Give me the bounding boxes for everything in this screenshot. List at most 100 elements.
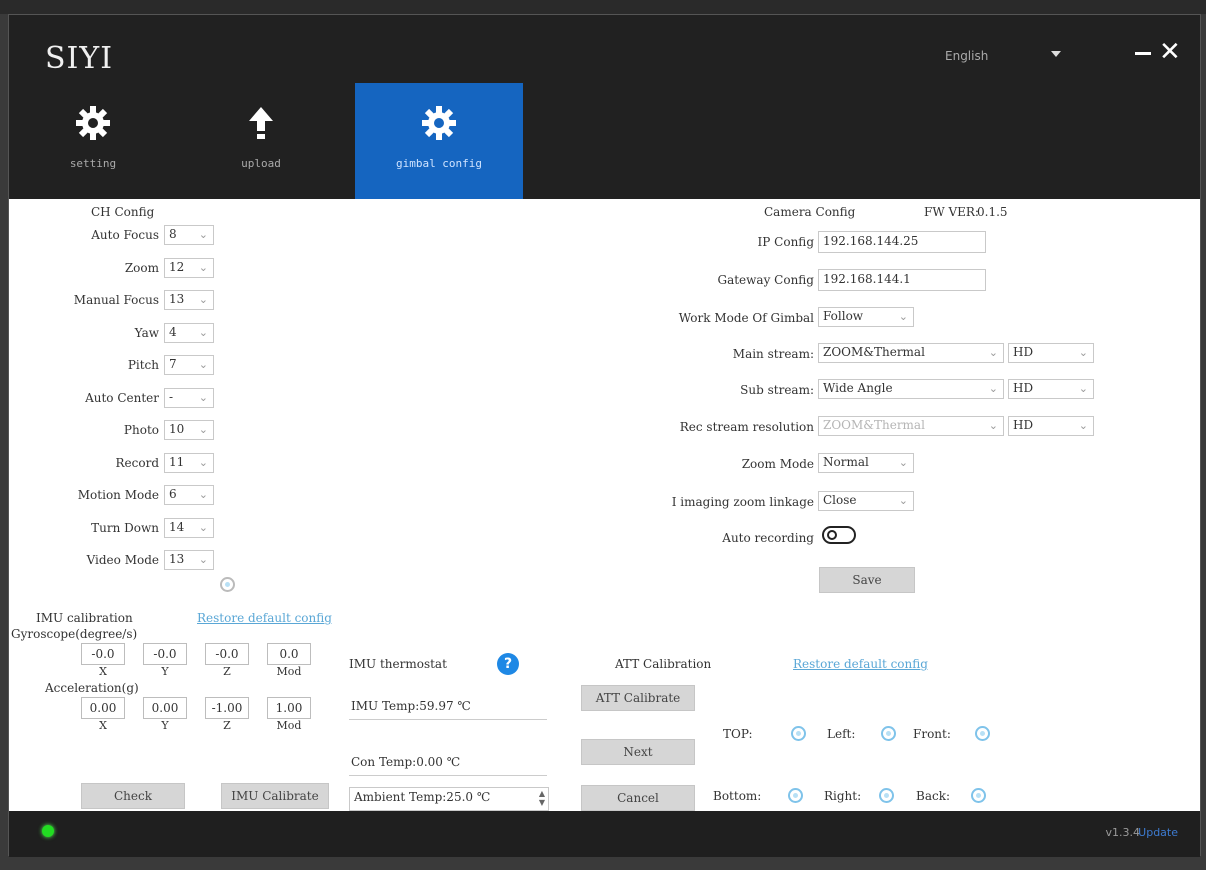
ch-label: Auto Center [85, 390, 159, 405]
con-temp: Con Temp:0.00 ℃ [351, 755, 461, 769]
bottom-label: Bottom: [713, 789, 762, 803]
language-select[interactable]: English [945, 49, 988, 63]
work-mode-select[interactable]: Follow ⌄ [818, 307, 914, 327]
ch-select[interactable]: 12 ⌄ [164, 257, 214, 278]
zoom-mode-select[interactable]: Normal ⌄ [818, 453, 914, 473]
cancel-button[interactable]: Cancel [581, 785, 695, 811]
ch-value: 10 [169, 422, 185, 436]
fw-version-value: 0.1.5 [977, 205, 1008, 219]
gateway-config-label: Gateway Config [717, 273, 814, 287]
ch-select[interactable]: 7 ⌄ [164, 355, 214, 375]
brand-logo: SIYI [45, 41, 114, 76]
rec-stream-value: ZOOM&Thermal [823, 418, 925, 432]
imaging-zoom-linkage-select[interactable]: Close ⌄ [818, 491, 914, 511]
chevron-down-icon[interactable] [1051, 51, 1061, 57]
imu-value-box: -0.0 [205, 643, 249, 665]
help-icon[interactable]: ? [497, 653, 519, 675]
close-icon[interactable]: ✕ [1159, 37, 1181, 67]
ch-select[interactable]: 14 ⌄ [164, 517, 214, 538]
tab-upload[interactable]: upload [177, 83, 345, 199]
save-button[interactable]: Save [819, 567, 915, 593]
main-stream-resolution-select[interactable]: HD ⌄ [1008, 343, 1094, 363]
top-strip [0, 0, 1206, 14]
imu-calibrate-button[interactable]: IMU Calibrate [221, 783, 329, 809]
ch-value: 11 [169, 454, 185, 469]
imu-value-box: 0.00 [143, 697, 187, 719]
connection-status-icon [42, 825, 54, 837]
sub-stream-select[interactable]: Wide Angle ⌄ [818, 379, 1004, 399]
toggle-knob [827, 530, 837, 540]
chevron-down-icon: ⌄ [198, 488, 208, 501]
axis-label: X [99, 719, 107, 732]
check-button[interactable]: Check [81, 783, 185, 809]
chevron-down-icon: ⌄ [198, 390, 208, 404]
ch-select[interactable]: 13 ⌄ [164, 550, 214, 570]
imu-value-box: -0.0 [81, 643, 125, 665]
sub-stream-res-value: HD [1013, 381, 1034, 395]
ch-label: Zoom [124, 260, 159, 275]
ch-select[interactable]: - ⌄ [164, 387, 214, 408]
att-calibrate-button[interactable]: ATT Calibrate [581, 685, 695, 711]
auto-recording-toggle[interactable] [822, 526, 856, 544]
ip-config-input[interactable]: 192.168.144.25 [818, 231, 986, 253]
ch-select[interactable]: 10 ⌄ [164, 420, 214, 440]
acceleration-label: Acceleration(g) [45, 681, 139, 695]
sub-stream-resolution-select[interactable]: HD ⌄ [1008, 379, 1094, 399]
ip-config-label: IP Config [757, 235, 814, 249]
ch-select[interactable]: 11 ⌄ [164, 452, 214, 473]
axis-label: Z [223, 665, 231, 678]
next-button[interactable]: Next [581, 739, 695, 765]
main-stream-select[interactable]: ZOOM&Thermal ⌄ [818, 343, 1004, 363]
gear-icon [76, 106, 110, 140]
axis-label: Y [161, 665, 169, 678]
left-status-icon [881, 726, 896, 741]
ch-value: 7 [169, 357, 177, 371]
divider [349, 775, 547, 776]
ch-label: Motion Mode [77, 488, 159, 502]
tab-label: gimbal config [395, 157, 483, 170]
ch-select[interactable]: 4 ⌄ [164, 322, 214, 343]
gimbal-config-panel: CH Config Auto Focus 8 ⌄ Zoom 12 ⌄ Manual Focu… [9, 199, 1200, 811]
ch-value: - [169, 389, 174, 404]
ch-select[interactable]: 13 ⌄ [164, 290, 214, 310]
ch-value: 13 [169, 292, 185, 306]
chevron-down-icon: ⌄ [198, 455, 208, 469]
axis-label: Y [161, 719, 169, 732]
chevron-down-icon: ⌄ [198, 358, 208, 371]
left-label: Left: [827, 727, 856, 741]
spin-arrows-icon[interactable]: ▲ ▼ [539, 789, 545, 807]
rec-stream-select[interactable]: ZOOM&Thermal ⌄ [818, 416, 1004, 436]
rec-stream-label: Rec stream resolution [679, 420, 814, 434]
imu-thermostat-title: IMU thermostat [349, 657, 447, 671]
ambient-temp-spinbox[interactable]: Ambient Temp:25.0 ℃ ▲ ▼ [349, 787, 549, 811]
ch-select[interactable]: 8 ⌄ [164, 225, 214, 245]
minimize-button[interactable] [1135, 52, 1151, 55]
ch-value: 4 [169, 324, 177, 339]
ch-label: Auto Focus [91, 228, 159, 242]
gateway-config-input[interactable]: 192.168.144.1 [818, 269, 986, 291]
main-stream-res-value: HD [1013, 345, 1034, 359]
right-status-icon [879, 788, 894, 803]
att-restore-default-link[interactable]: Restore default config [793, 657, 928, 671]
ch-label: Record [115, 455, 160, 470]
axis-label: Mod [276, 719, 302, 732]
update-link[interactable]: Update [1138, 826, 1178, 839]
ambient-temp: Ambient Temp:25.0 ℃ [354, 790, 491, 804]
work-mode-value: Follow [823, 309, 864, 323]
camera-config-title: Camera Config [764, 205, 856, 219]
tab-gimbal-config[interactable]: gimbal config [355, 83, 523, 199]
ch-select[interactable]: 6 ⌄ [164, 485, 214, 505]
ch-label: Video Mode [86, 553, 159, 567]
ch-label: Turn Down [91, 520, 159, 535]
tab-setting[interactable]: setting [9, 83, 177, 199]
chevron-down-icon: ⌄ [198, 228, 208, 241]
axis-label: Mod [276, 665, 302, 678]
ch-label: Pitch [127, 358, 159, 372]
rec-stream-resolution-select[interactable]: HD ⌄ [1008, 416, 1094, 436]
imu-restore-default-link[interactable]: Restore default config [197, 611, 332, 625]
gyroscope-label: Gyroscope(degree/s) [11, 627, 138, 641]
ch-label: Photo [123, 423, 159, 437]
main-stream-value: ZOOM&Thermal [823, 345, 925, 359]
ch-value: 12 [169, 259, 185, 274]
help-icon[interactable] [220, 577, 235, 592]
